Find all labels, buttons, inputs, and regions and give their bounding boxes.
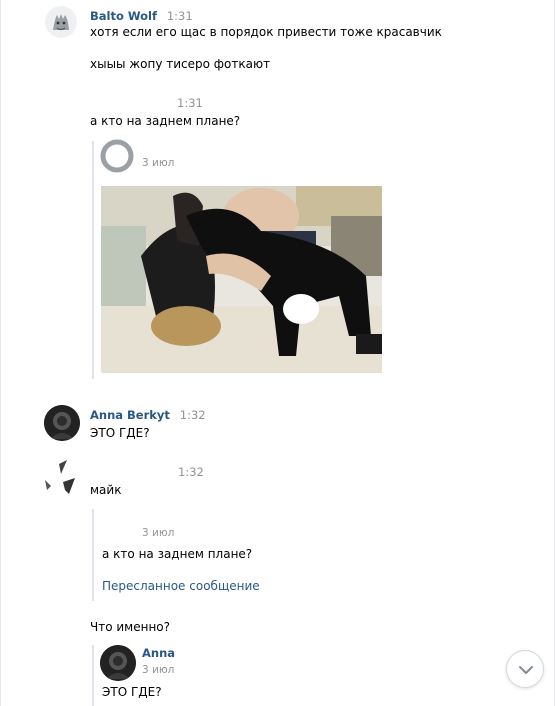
forwarded-photo[interactable] <box>101 186 382 373</box>
message-text: хыыы жопу тисеро фоткают <box>90 57 271 71</box>
redacted-avatar-icon <box>41 460 83 498</box>
message-text: а кто на заднем плане? <box>90 114 241 128</box>
forward-author[interactable]: Anna <box>142 646 175 660</box>
message-time[interactable]: 1:31 <box>177 96 203 110</box>
forward-bar <box>92 141 94 379</box>
ring-icon <box>100 139 134 173</box>
forward-text: ЭТО ГДЕ? <box>102 685 162 699</box>
chevron-down-icon <box>519 666 533 674</box>
dark-avatar-icon <box>100 645 136 681</box>
forward-bar <box>92 509 94 601</box>
wolf-icon <box>46 7 76 37</box>
forward-date[interactable]: 3 июл <box>142 664 174 676</box>
forward-date[interactable]: 3 июл <box>142 527 174 539</box>
forward-date[interactable]: 3 июл <box>142 157 174 169</box>
forwarded-message-link[interactable]: Пересланное сообщение <box>102 579 260 593</box>
message-text: Что именно? <box>90 620 171 634</box>
photo-image <box>101 186 382 373</box>
scroll-down-button[interactable] <box>506 650 544 688</box>
message-text: хотя если его щас в порядок привести тож… <box>90 25 442 39</box>
chat-history: Balto Wolf 1:31 хотя если его щас в поря… <box>0 0 555 706</box>
message-time[interactable]: 1:32 <box>180 408 206 422</box>
dark-avatar-icon <box>44 405 80 441</box>
forward-avatar[interactable] <box>100 645 136 681</box>
author-name[interactable]: Anna Berkyt <box>90 408 170 422</box>
forward-avatar[interactable] <box>100 139 134 173</box>
anna-berkyt-avatar[interactable] <box>44 405 80 441</box>
author-name[interactable]: Balto Wolf <box>90 9 157 23</box>
forward-text: а кто на заднем плане? <box>102 547 253 561</box>
redacted-avatar[interactable] <box>41 460 83 498</box>
forward-bar <box>92 645 94 706</box>
balto-wolf-avatar[interactable] <box>45 6 77 38</box>
message-time[interactable]: 1:32 <box>178 465 204 479</box>
message-text: ЭТО ГДЕ? <box>90 426 150 440</box>
message-time[interactable]: 1:31 <box>167 9 193 23</box>
message-text: майк <box>90 483 122 497</box>
